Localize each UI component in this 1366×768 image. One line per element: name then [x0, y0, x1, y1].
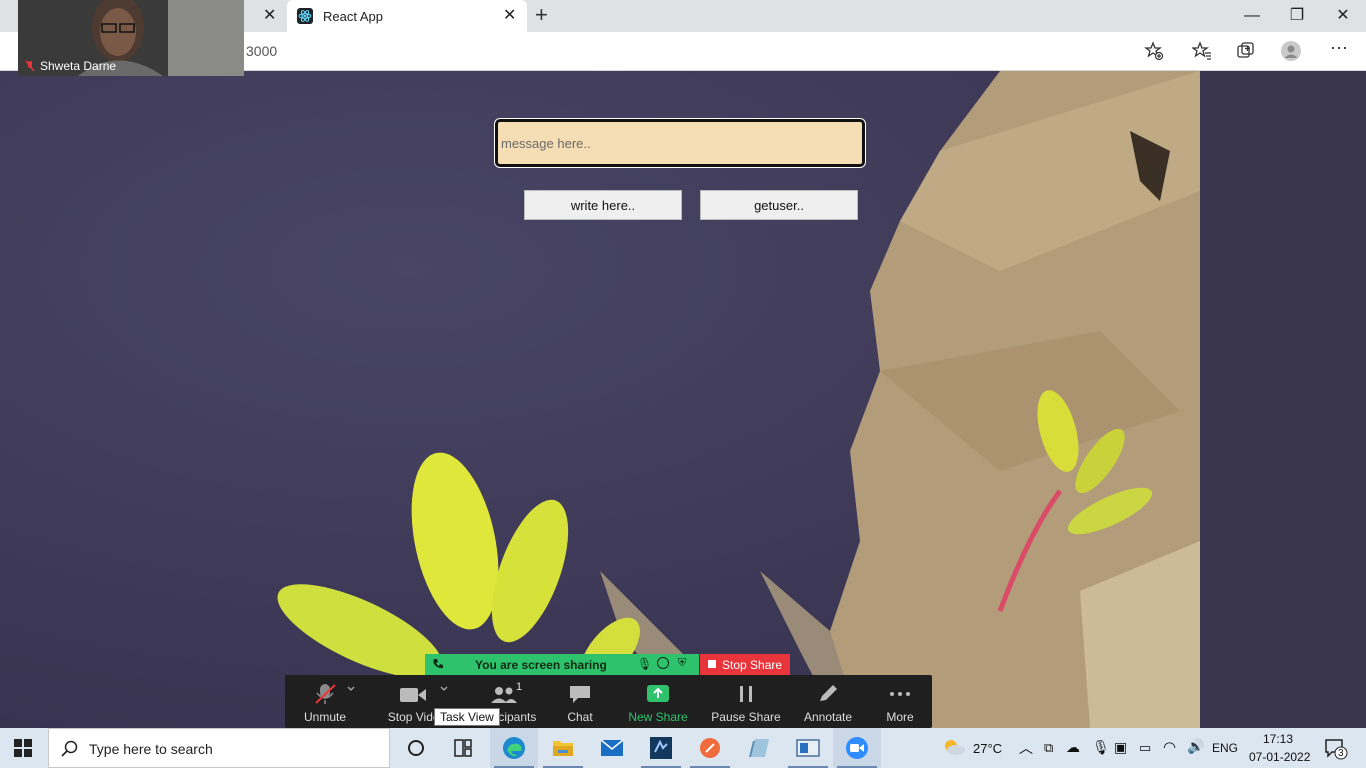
task-view-tooltip: Task View — [434, 708, 500, 726]
pencil-icon — [820, 685, 837, 701]
participant-name: Shweta Darne — [40, 59, 117, 73]
chevron-up-icon[interactable]: ︿ — [1019, 738, 1033, 758]
pause-icon — [740, 686, 752, 702]
window-app-icon — [796, 739, 820, 757]
phone-icon — [433, 659, 443, 669]
participants-icon — [491, 687, 517, 703]
weather-temperature[interactable]: 27°C — [973, 741, 1002, 756]
annotate-button[interactable]: Annotate — [788, 675, 868, 728]
zoom-toolbar: Unmute Stop Video 1 Participants Chat Ne… — [285, 675, 932, 728]
tab-react-app[interactable]: React App ✕ — [287, 0, 527, 32]
mail-icon — [600, 739, 624, 756]
windows-start-icon[interactable] — [14, 739, 32, 757]
page-background: write here.. getuser.. — [0, 71, 1366, 728]
window-close-icon[interactable]: ✕ — [1333, 6, 1353, 26]
stop-share-button[interactable]: Stop Share — [700, 654, 790, 675]
orange-app-icon — [700, 738, 720, 758]
zoom-app[interactable] — [833, 728, 881, 768]
stop-square-icon — [708, 660, 716, 668]
cortana-button[interactable] — [392, 728, 440, 768]
clock-time[interactable]: 17:13 — [1263, 732, 1293, 746]
profile-avatar-icon[interactable] — [1281, 41, 1301, 61]
display-icon[interactable]: ▣ — [1114, 739, 1127, 756]
tab-inactive[interactable]: ✕ — [245, 0, 285, 32]
notes-app[interactable] — [735, 728, 783, 768]
weather-icon[interactable] — [942, 737, 966, 757]
muted-mic-icon — [25, 60, 35, 72]
unmute-button[interactable]: Unmute — [285, 675, 365, 728]
search-icon — [61, 740, 78, 757]
more-dots-icon — [890, 692, 910, 696]
new-share-button[interactable]: New Share — [618, 675, 698, 728]
windows-taskbar: Type here to search 27°C ︿ ⧉ ☁ 🎙 ▣ ▭ ◠ 🔊… — [0, 728, 1366, 768]
react-icon — [297, 8, 313, 24]
wallpaper-illustration — [277, 71, 1366, 728]
chat-icon — [570, 686, 590, 703]
mail-app[interactable] — [588, 728, 636, 768]
muted-mic-icon — [315, 684, 355, 704]
cloud-icon[interactable]: ☁ — [1066, 739, 1080, 756]
share-banner-text: You are screen sharing — [475, 658, 607, 672]
participant-video[interactable]: Shweta Darne — [18, 0, 244, 76]
wifi-icon[interactable]: ◠ — [1163, 738, 1176, 756]
chat-button[interactable]: Chat — [540, 675, 620, 728]
edge-icon — [503, 737, 525, 759]
new-tab-icon[interactable]: + — [535, 4, 548, 26]
pause-share-button[interactable]: Pause Share — [706, 675, 786, 728]
taskbar-search[interactable]: Type here to search — [48, 728, 390, 768]
folder-icon — [553, 741, 573, 756]
settings-more-icon[interactable]: ⋯ — [1330, 38, 1350, 58]
vscode-app[interactable] — [637, 728, 685, 768]
language-indicator[interactable]: ENG — [1212, 741, 1238, 755]
notification-count: 3 — [1338, 748, 1344, 759]
file-explorer-app[interactable] — [539, 728, 587, 768]
edge-app[interactable] — [490, 728, 538, 768]
message-input[interactable] — [494, 118, 866, 168]
more-button[interactable]: More — [860, 675, 940, 728]
add-favorite-icon[interactable] — [1144, 41, 1164, 61]
video-camera-icon — [400, 686, 448, 702]
screen-sharing-banner[interactable]: You are screen sharing 🎙 ⛨ — [425, 654, 699, 675]
task-view-icon — [454, 739, 472, 757]
task-view-button[interactable] — [440, 728, 488, 768]
status-circle-icon[interactable] — [657, 657, 669, 669]
shield-icon[interactable]: ⛨ — [678, 657, 686, 670]
clock-date[interactable]: 07-01-2022 — [1249, 750, 1310, 764]
volume-icon[interactable]: 🔊 — [1187, 738, 1204, 755]
tab-title: React App — [323, 9, 383, 24]
share-screen-icon — [647, 685, 669, 702]
restore-icon[interactable]: ❐ — [1287, 6, 1307, 26]
notes-icon — [749, 739, 769, 757]
url-text[interactable]: 3000 — [246, 43, 277, 59]
microphone-icon[interactable]: 🎙 — [1092, 739, 1110, 756]
remote-app[interactable] — [784, 728, 832, 768]
postman-app[interactable] — [686, 728, 734, 768]
notification-icon[interactable] — [1324, 738, 1348, 760]
muted-mic-icon[interactable]: 🎙 — [637, 657, 652, 671]
meet-now-icon[interactable]: ⧉ — [1044, 740, 1053, 756]
zoom-icon — [846, 737, 868, 759]
minimize-icon[interactable]: — — [1242, 6, 1262, 26]
cortana-icon — [408, 740, 424, 756]
code-editor-icon — [650, 737, 672, 759]
battery-icon[interactable]: ▭ — [1139, 740, 1151, 756]
search-placeholder: Type here to search — [89, 741, 213, 757]
write-here-button[interactable]: write here.. — [524, 190, 682, 220]
participants-count: 1 — [516, 681, 523, 693]
getuser-button[interactable]: getuser.. — [700, 190, 858, 220]
favorites-icon[interactable] — [1192, 41, 1212, 61]
collections-icon[interactable] — [1236, 41, 1256, 61]
close-tab-icon[interactable]: ✕ — [263, 8, 276, 24]
close-tab-icon[interactable]: ✕ — [503, 8, 516, 24]
